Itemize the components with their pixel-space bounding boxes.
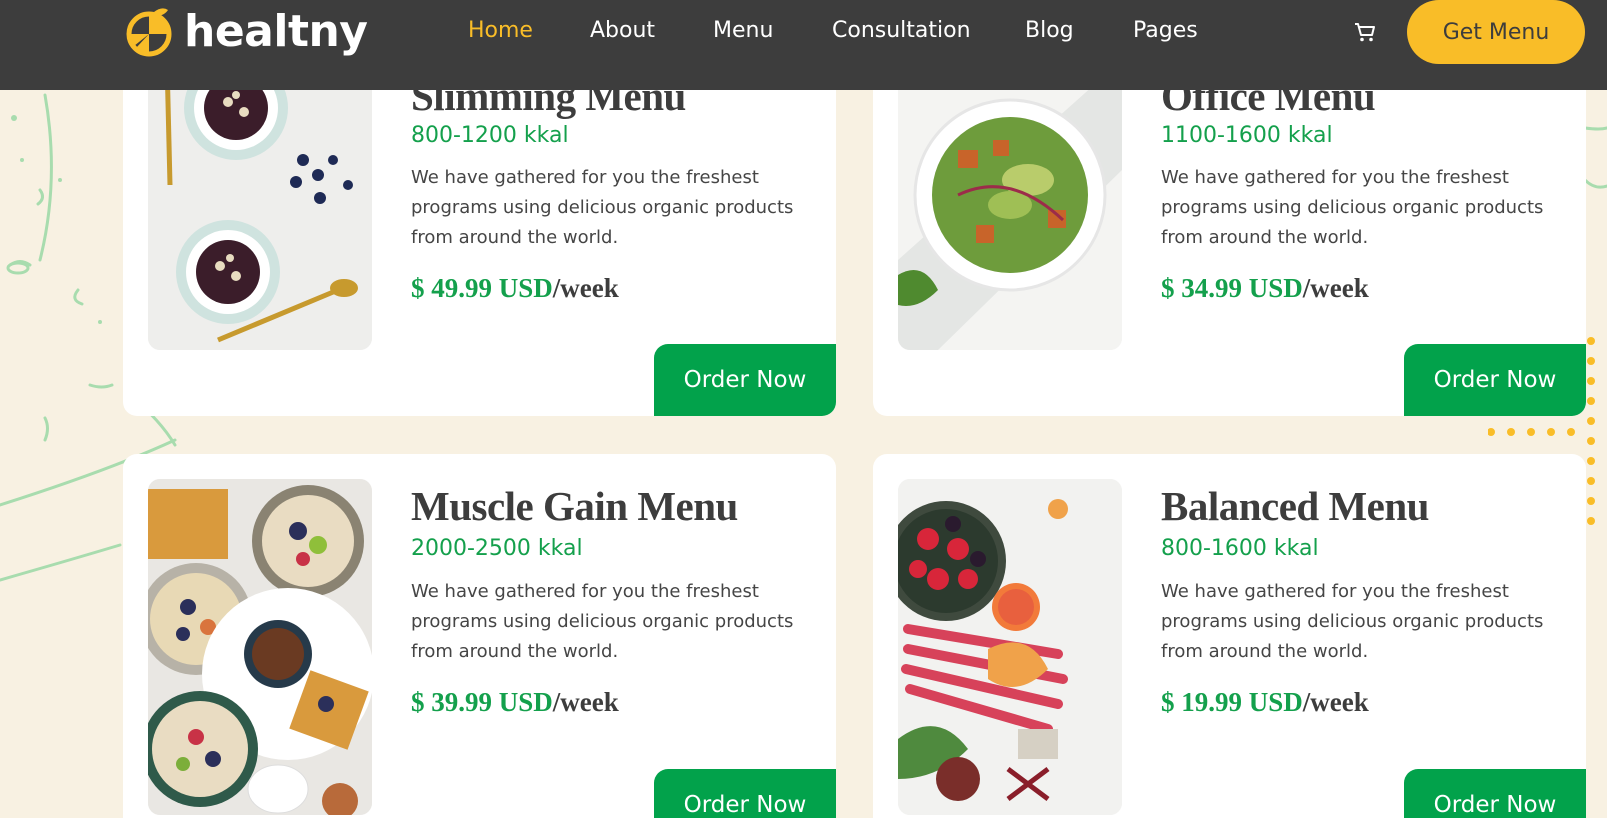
lemon-logo-icon xyxy=(126,8,172,57)
order-now-button[interactable]: Order Now xyxy=(654,344,836,416)
menu-card-price: $ 34.99 USD/week xyxy=(1161,273,1369,304)
fruit-vegetables-photo xyxy=(898,479,1122,815)
nav-link-consultation[interactable]: Consultation xyxy=(832,18,971,43)
menu-card-calories: 800-1600 kkal xyxy=(1161,536,1319,561)
menu-card-description: We have gathered for you the freshest pr… xyxy=(1161,581,1544,662)
nav-link-about[interactable]: About xyxy=(590,18,655,43)
price-unit: /week xyxy=(552,273,619,303)
price-amount: $ 34.99 USD xyxy=(1161,273,1303,303)
menu-card-calories: 800-1200 kkal xyxy=(411,123,569,148)
menu-card-price: $ 39.99 USD/week xyxy=(411,687,619,718)
order-now-button[interactable]: Order Now xyxy=(654,769,836,818)
brand-name: healtny xyxy=(184,5,368,57)
menu-card-price: $ 19.99 USD/week xyxy=(1161,687,1369,718)
menu-card-calories: 2000-2500 kkal xyxy=(411,536,583,561)
price-unit: /week xyxy=(1302,273,1369,303)
breakfast-spread-photo xyxy=(148,479,372,815)
order-now-button[interactable]: Order Now xyxy=(1404,344,1586,416)
price-amount: $ 19.99 USD xyxy=(1161,687,1303,717)
price-amount: $ 49.99 USD xyxy=(411,273,553,303)
shopping-cart-icon[interactable] xyxy=(1353,20,1377,44)
menu-card-description: We have gathered for you the freshest pr… xyxy=(411,581,794,662)
menu-card-calories: 1100-1600 kkal xyxy=(1161,123,1333,148)
menu-card-description: We have gathered for you the freshest pr… xyxy=(1161,167,1544,248)
nav-link-home[interactable]: Home xyxy=(468,18,533,43)
nav-link-blog[interactable]: Blog xyxy=(1025,18,1074,43)
menu-card-muscle-gain: Muscle Gain Menu 2000-2500 kkal We have … xyxy=(123,454,836,818)
menu-card-title: Muscle Gain Menu xyxy=(411,483,738,529)
nav-link-pages[interactable]: Pages xyxy=(1133,18,1198,43)
menu-card-price: $ 49.99 USD/week xyxy=(411,273,619,304)
menu-card-title: Balanced Menu xyxy=(1161,483,1430,529)
menu-card-balanced: Balanced Menu 800-1600 kkal We have gath… xyxy=(873,454,1586,818)
order-now-button[interactable]: Order Now xyxy=(1404,769,1586,818)
nav-link-menu[interactable]: Menu xyxy=(713,18,773,43)
price-amount: $ 39.99 USD xyxy=(411,687,553,717)
price-unit: /week xyxy=(552,687,619,717)
site-header: healtny Home About Menu Consultation Blo… xyxy=(0,0,1607,90)
menu-card-description: We have gathered for you the freshest pr… xyxy=(411,167,794,248)
brand-logo[interactable]: healtny xyxy=(122,2,368,60)
get-menu-button[interactable]: Get Menu xyxy=(1407,0,1585,64)
price-unit: /week xyxy=(1302,687,1369,717)
